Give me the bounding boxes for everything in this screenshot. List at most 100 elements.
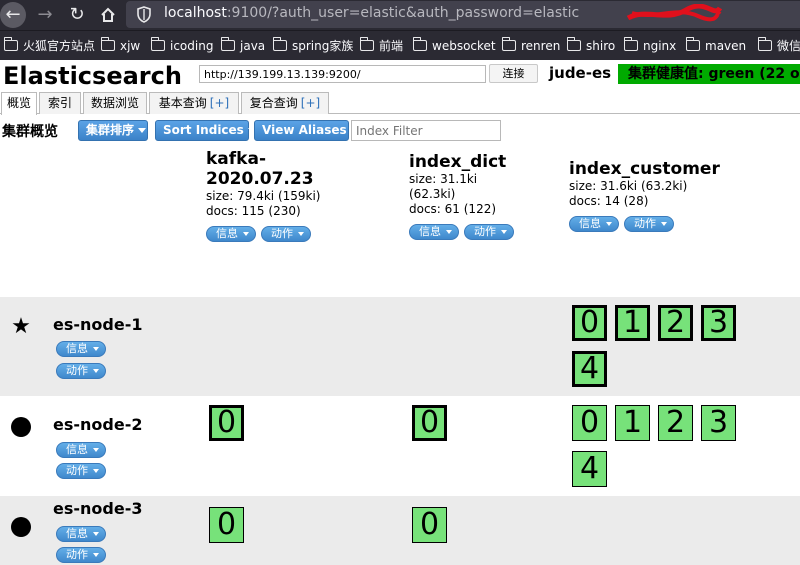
caret-down-icon <box>606 222 612 226</box>
node-info-button[interactable]: 信息 <box>56 341 106 357</box>
browser-toolbar: ← → ↻ localhost:9100/?auth_user=elastic&… <box>0 0 800 30</box>
tab-basic-query[interactable]: 基本查询 [+] <box>149 92 239 114</box>
back-arrow-icon[interactable]: ← <box>0 2 26 28</box>
cluster-sort-button[interactable]: 集群排序 <box>78 120 148 141</box>
index-info-button[interactable]: 信息 <box>409 224 459 240</box>
tab-indices[interactable]: 索引 <box>39 92 81 114</box>
index-info-button[interactable]: 信息 <box>569 216 619 232</box>
bookmark-item[interactable]: maven <box>685 37 746 54</box>
shard-box[interactable]: 4 <box>572 451 607 487</box>
shard-box[interactable]: 0 <box>572 405 607 441</box>
shard-box[interactable]: 1 <box>615 305 650 341</box>
index-size: size: 31.1ki <box>409 172 478 186</box>
folder-icon <box>501 37 516 51</box>
view-aliases-button[interactable]: View Aliases <box>254 120 359 141</box>
bookmark-item[interactable]: icoding <box>150 37 214 54</box>
caret-down-icon <box>138 128 147 133</box>
index-header-dict: index_dict size: 31.1ki (62.3ki) docs: 6… <box>409 152 519 240</box>
bookmark-label: icoding <box>170 39 214 53</box>
bookmark-item[interactable]: shiro <box>566 37 616 54</box>
bookmark-label: websocket <box>432 39 496 53</box>
tab-browser[interactable]: 数据浏览 <box>83 92 147 114</box>
url-path: :9100/?auth_user=elastic&auth_password=e… <box>226 5 580 21</box>
tab-compound-query[interactable]: 复合查询 [+] <box>241 92 329 114</box>
bookmark-item[interactable]: 微信小 <box>757 37 800 54</box>
tab-plus: [+] <box>300 96 321 110</box>
bookmark-item[interactable]: 前端 <box>359 37 403 54</box>
url-text: localhost:9100/?auth_user=elastic&auth_p… <box>164 5 579 21</box>
bookmark-item[interactable]: websocket <box>412 37 496 54</box>
cluster-url-input[interactable] <box>199 65 486 83</box>
forward-arrow-icon[interactable]: → <box>32 2 58 28</box>
node-name: es-node-3 <box>53 499 143 518</box>
index-action-button[interactable]: 动作 <box>624 216 674 232</box>
index-name: index_dict <box>409 152 507 172</box>
tab-overview[interactable]: 概览 <box>1 92 37 115</box>
node-dot-icon <box>10 517 32 539</box>
bookmark-label: shiro <box>586 39 616 53</box>
caret-down-icon <box>243 232 249 236</box>
index-filter-input[interactable] <box>351 120 501 141</box>
tab-label: 基本查询 <box>158 96 207 110</box>
overview-title: 集群概览 <box>2 124 58 140</box>
shield-icon[interactable] <box>136 6 152 23</box>
button-label: 信息 <box>66 342 88 355</box>
button-label: 动作 <box>634 217 656 230</box>
folder-icon <box>100 37 115 51</box>
shard-box[interactable]: 3 <box>701 305 736 341</box>
shard-box[interactable]: 4 <box>572 351 607 387</box>
shard-box[interactable]: 2 <box>658 305 693 341</box>
node-name: es-node-1 <box>53 315 143 334</box>
node-action-button[interactable]: 动作 <box>56 363 106 379</box>
bookmark-item[interactable]: nginx <box>623 37 676 54</box>
button-label: 信息 <box>579 217 601 230</box>
tab-label: 概览 <box>6 96 31 110</box>
bookmark-item[interactable]: renren <box>501 37 560 54</box>
shard-box[interactable]: 1 <box>615 405 650 441</box>
folder-icon <box>150 37 165 51</box>
node-dot-icon <box>10 417 32 439</box>
button-label: 信息 <box>216 227 238 240</box>
button-label: 动作 <box>271 227 293 240</box>
master-star-icon: ★ <box>11 314 31 339</box>
caret-down-icon <box>93 369 99 373</box>
node-action-button[interactable]: 动作 <box>56 547 106 563</box>
node-info-button[interactable]: 信息 <box>56 526 106 542</box>
shard-box[interactable]: 0 <box>209 507 244 543</box>
node-info-button[interactable]: 信息 <box>56 442 106 458</box>
index-action-button[interactable]: 动作 <box>261 226 311 242</box>
bookmark-item[interactable]: spring家族 <box>272 37 353 54</box>
node-action-button[interactable]: 动作 <box>56 463 106 479</box>
reload-icon[interactable]: ↻ <box>64 2 90 28</box>
bookmark-item[interactable]: 火狐官方站点 <box>3 37 96 54</box>
connect-button[interactable]: 连接 <box>489 64 538 83</box>
shard-box[interactable]: 3 <box>701 405 736 441</box>
sort-indices-button[interactable]: Sort Indices <box>155 120 256 141</box>
shard-box[interactable]: 0 <box>572 305 607 341</box>
main-tabs: 概览 索引 数据浏览 基本查询 [+] 复合查询 [+] <box>0 91 800 115</box>
index-header-customer: index_customer size: 31.6ki (63.2ki) doc… <box>569 159 720 232</box>
shard-box[interactable]: 0 <box>412 507 447 543</box>
index-info-button[interactable]: 信息 <box>206 226 256 242</box>
button-label: 集群排序 <box>86 123 135 137</box>
button-label: 动作 <box>66 548 88 561</box>
shard-box[interactable]: 2 <box>658 405 693 441</box>
address-bar[interactable]: localhost:9100/?auth_user=elastic&auth_p… <box>126 1 800 28</box>
folder-icon <box>757 37 772 51</box>
index-docs: docs: 14 (28) <box>569 194 649 208</box>
home-icon[interactable] <box>95 2 121 28</box>
index-size: size: 79.4ki (159ki) <box>206 189 321 203</box>
bookmark-label: 火狐官方站点 <box>23 39 96 53</box>
folder-icon <box>685 37 700 51</box>
bookmark-item[interactable]: java <box>220 37 265 54</box>
shard-box[interactable]: 0 <box>412 405 447 441</box>
index-size: size: 31.6ki (63.2ki) <box>569 179 688 193</box>
caret-down-icon <box>446 230 452 234</box>
folder-icon <box>412 37 427 51</box>
button-label: 动作 <box>66 464 88 477</box>
bookmark-item[interactable]: xjw <box>100 37 140 54</box>
shard-box[interactable]: 0 <box>209 405 244 441</box>
node-row: es-node-3 信息 动作 0 0 <box>0 496 800 565</box>
index-action-button[interactable]: 动作 <box>464 224 514 240</box>
node-row: ★ es-node-1 信息 动作 0 1 2 3 4 <box>0 297 800 396</box>
